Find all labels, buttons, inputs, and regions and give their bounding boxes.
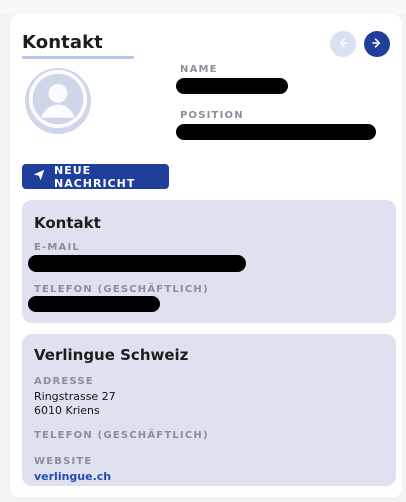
next-contact-button[interactable]: [364, 31, 390, 57]
name-label: NAME: [180, 64, 218, 75]
company-phone-label: TELEFON (GESCHÄFTLICH): [34, 430, 209, 441]
name-redaction: [176, 78, 288, 94]
address-label: ADRESSE: [34, 376, 94, 387]
phone-redaction: [28, 296, 160, 312]
position-label: POSITION: [180, 110, 244, 121]
user-icon: [28, 69, 88, 133]
send-icon: [32, 168, 46, 185]
company-name: Verlingue Schweiz: [34, 346, 189, 364]
page-title: Kontakt: [22, 32, 103, 53]
email-label: E-MAIL: [34, 242, 80, 253]
address-line-2: 6010 Kriens: [34, 404, 100, 417]
new-message-button[interactable]: NEUE NACHRICHT: [22, 163, 169, 190]
kontakt-phone-label: TELEFON (GESCHÄFTLICH): [34, 284, 209, 295]
website-link[interactable]: verlingue.ch: [34, 470, 111, 483]
arrow-right-icon: [370, 35, 384, 54]
contact-header: Kontakt: [22, 31, 390, 59]
previous-contact-button[interactable]: [330, 31, 356, 57]
new-message-label: NEUE NACHRICHT: [54, 163, 136, 190]
avatar: [25, 68, 91, 134]
arrow-left-icon: [336, 35, 350, 54]
position-redaction: [176, 124, 376, 140]
company-card: Verlingue Schweiz ADRESSE Ringstrasse 27…: [22, 334, 396, 486]
title-underline: [22, 56, 134, 59]
address-line-1: Ringstrasse 27: [34, 390, 116, 403]
website-label: WEBSITE: [34, 456, 93, 467]
kontakt-card-title: Kontakt: [34, 214, 101, 232]
kontakt-card: Kontakt E-MAIL TELEFON (GESCHÄFTLICH): [22, 200, 396, 323]
email-redaction: [28, 255, 246, 272]
contact-navigation: [330, 31, 390, 57]
app-frame: Kontakt NAME POSITION NEUE NACHRICHT Kon…: [0, 0, 406, 502]
